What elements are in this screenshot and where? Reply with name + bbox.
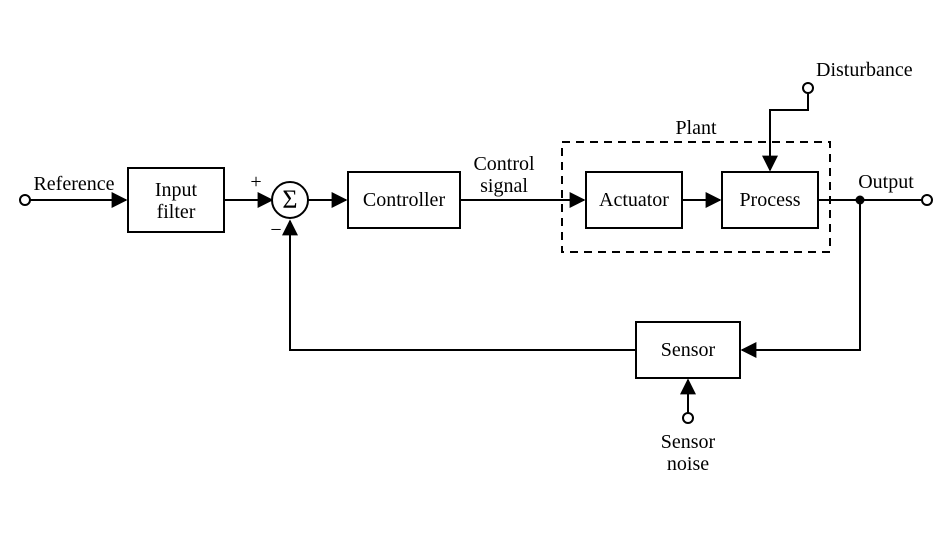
sensor-noise-label-2: noise [667,453,709,475]
sensor-label: Sensor [661,339,716,361]
process-label: Process [739,189,800,211]
sum-sigma: Σ [282,185,297,214]
actuator-label: Actuator [599,189,669,211]
input-filter-label-1: Input [155,179,198,201]
sensor-noise-port [683,413,693,423]
sum-plus-sign: + [250,171,261,193]
output-label: Output [858,171,914,193]
disturbance-port [803,83,813,93]
reference-port [20,195,30,205]
reference-label: Reference [33,173,114,195]
wire-disturbance-to-process [770,93,808,170]
control-signal-label-1: Control [473,153,535,175]
controller-label: Controller [363,189,446,211]
plant-label: Plant [675,117,717,139]
output-port [922,195,932,205]
wire-sensor-to-sum [290,221,636,350]
sum-minus-sign: − [270,219,281,241]
input-filter-label-2: filter [157,201,196,223]
sensor-noise-label-1: Sensor [661,431,716,453]
disturbance-label: Disturbance [816,59,913,81]
control-signal-label-2: signal [480,175,528,197]
